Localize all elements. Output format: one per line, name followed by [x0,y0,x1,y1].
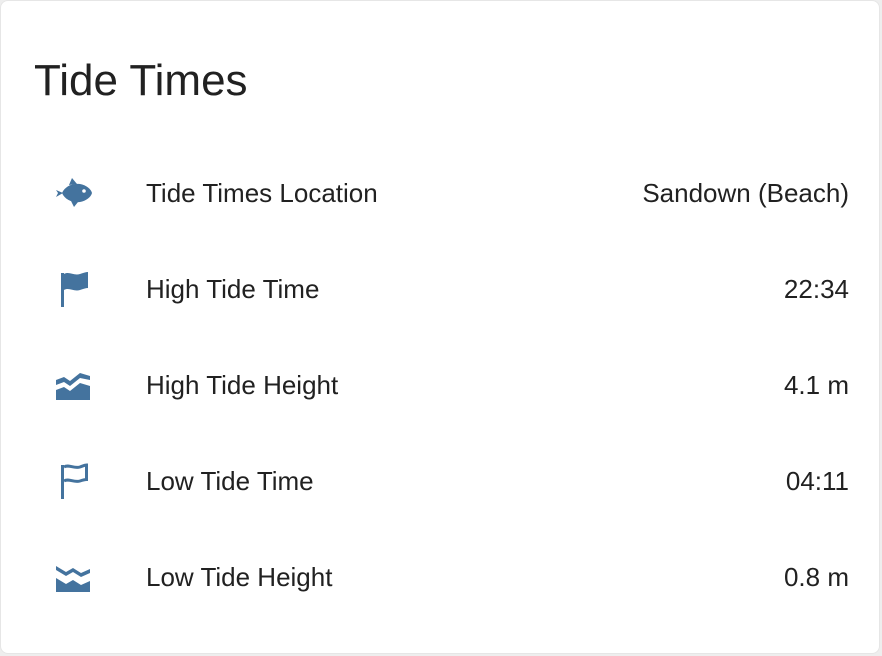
wave-falling-icon [51,557,95,597]
flag-outline-icon [51,461,95,501]
entity-row-low-tide-time[interactable]: Low Tide Time 04:11 [1,433,881,529]
tide-times-card: Tide Times Tide Times Location Sandown (… [0,0,880,654]
fish-icon [51,173,95,213]
entity-value: 0.8 m [783,562,849,592]
entity-label: Low Tide Time [146,466,314,496]
entity-label: High Tide Height [146,370,339,400]
entity-label: Low Tide Height [146,562,333,592]
entity-label: Tide Times Location [146,178,378,208]
flag-icon [51,269,95,309]
entity-label: High Tide Time [146,274,320,304]
entity-list: Tide Times Location Sandown (Beach) High… [1,145,881,625]
wave-rising-icon [51,365,95,405]
entity-value: 04:11 [785,466,849,496]
entity-value: 4.1 m [783,370,849,400]
entity-row-low-tide-height[interactable]: Low Tide Height 0.8 m [1,529,881,625]
entity-value: Sandown (Beach) [642,178,849,208]
entity-value: 22:34 [783,274,849,304]
entity-row-high-tide-time[interactable]: High Tide Time 22:34 [1,241,881,337]
entity-row-location[interactable]: Tide Times Location Sandown (Beach) [1,145,881,241]
entity-row-high-tide-height[interactable]: High Tide Height 4.1 m [1,337,881,433]
card-title: Tide Times [34,56,248,105]
